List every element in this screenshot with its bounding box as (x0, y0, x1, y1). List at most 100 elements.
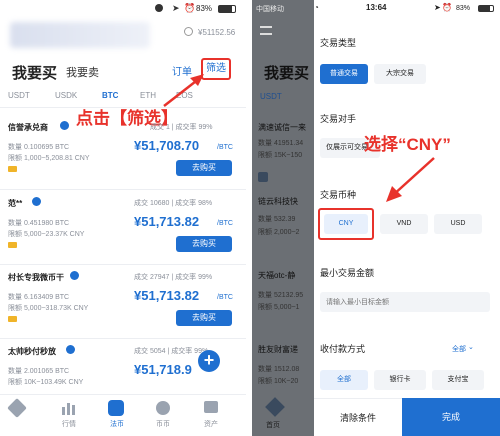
tab-sell[interactable]: 我要卖 (66, 64, 99, 80)
offer-price: ¥51,713.82 (134, 288, 200, 303)
currency-label: 交易币种 (320, 190, 357, 200)
nav-label-fiat[interactable]: 法币 (110, 419, 124, 429)
merchant-name[interactable]: 村长专我微币干 (8, 272, 64, 283)
arrow-to-cny-icon (386, 157, 435, 202)
add-fab-icon[interactable]: + (198, 350, 220, 372)
payment-alipay[interactable]: 支付宝 (432, 370, 484, 390)
trade-type-label: 交易类型 (320, 38, 357, 48)
bg-row-name: 胜友财富递 (258, 345, 298, 354)
offer-unit: /BTC (217, 144, 233, 151)
currency-cny[interactable]: CNY (324, 214, 368, 234)
merchant-name[interactable]: 信誉承兑商 (8, 122, 48, 133)
alarm-icon: ⏰ (184, 3, 196, 13)
divider (0, 189, 246, 190)
offer-limit: 限额 5,000~318.73K CNY (8, 305, 89, 312)
wifi-icon: ◔ (314, 3, 319, 12)
merchant-stats: 成交 1 | 成交率 99% (150, 124, 213, 131)
bg-row-qty: 数量 41951.34 (258, 140, 304, 147)
payment-all[interactable]: 全部 (320, 370, 368, 390)
divider (0, 338, 246, 339)
merchant-name[interactable]: 范** (8, 198, 22, 209)
coin-icon[interactable] (156, 401, 170, 415)
bg-logo-icon (258, 172, 268, 182)
header-price: ¥51152.56 (198, 28, 236, 37)
payment-icon (8, 316, 17, 322)
bottom-nav: 行情 法币 币币 资产 (0, 394, 246, 436)
merchant-stats: 成交 5054 | 成交率 99% (134, 348, 209, 355)
bg-nav-label: 首页 (266, 422, 280, 429)
merchant-stats: 成交 27947 | 成交率 99% (134, 274, 213, 281)
offer-price: ¥51,708.70 (134, 138, 200, 153)
bg-coin-tab: USDT (260, 92, 282, 101)
alarm-icon: ⏰ (442, 3, 452, 12)
coin-tab-btc[interactable]: BTC (102, 91, 118, 100)
payment-icon (8, 242, 17, 248)
verified-icon (66, 345, 75, 354)
status-time: 13:64 (366, 3, 387, 12)
merchant-name[interactable]: 太帅秒付秒放 (8, 346, 56, 357)
offer-unit: /BTC (217, 220, 233, 227)
buy-button[interactable]: 去购买 (176, 236, 232, 252)
offer-card: 村长专我微币干 成交 27947 | 成交率 99% 数量 6.163409 B… (0, 268, 246, 340)
status-dot-icon (155, 4, 163, 12)
offer-card: 信誉承兑商 成交 1 | 成交率 99% 数量 0.100695 BTC 限额 … (0, 118, 246, 190)
divider (0, 264, 246, 265)
bg-row-name: 天福otc-静 (258, 271, 296, 280)
nav-label-market[interactable]: 行情 (62, 419, 76, 429)
tab-buy[interactable]: 我要买 (12, 62, 57, 83)
offer-price: ¥51,713.82 (134, 214, 200, 229)
payment-bank-card[interactable]: 银行卡 (374, 370, 426, 390)
clear-conditions-button[interactable]: 清除条件 (314, 398, 402, 436)
carrier: 中国移动 (256, 6, 284, 13)
right-phone-screen: 中国移动 我要买 USDT 满速诚信一来 数量 41951.34 限额 15K~… (252, 0, 500, 436)
bg-row-limit: 限额 5,000~1 (258, 304, 300, 311)
bg-row-qty: 数量 532.39 (258, 216, 296, 223)
wallet-icon[interactable] (204, 401, 218, 413)
composite-screenshot: ➤ ⏰ 83% ¥51152.56 我要买 我要卖 订单 筛选 USDT USD… (0, 0, 500, 436)
blurred-header (10, 22, 150, 48)
battery-percent: 83% (196, 4, 213, 13)
buy-button[interactable]: 去购买 (176, 310, 232, 326)
currency-vnd[interactable]: VND (380, 214, 428, 234)
offer-quantity: 数量 0.100695 BTC (8, 144, 70, 151)
payment-method-label: 收付款方式 (320, 344, 366, 354)
merchant-stats: 成交 10680 | 成交率 98% (134, 200, 213, 207)
currency-usd[interactable]: USD (434, 214, 482, 234)
offer-limit: 限额 10K~103.49K CNY (8, 379, 84, 386)
nav-label-assets[interactable]: 资产 (204, 419, 218, 429)
counterparty-label: 交易对手 (320, 114, 357, 124)
offer-price: ¥51,718.9 (134, 362, 192, 377)
verified-icon (32, 197, 41, 206)
filter-panel: 13:64 ◔ ➤ ⏰ 83% 交易类型 普通交易 大宗交易 交易对手 仅展示可… (314, 0, 500, 436)
verified-icon (70, 271, 79, 280)
clock-icon (184, 27, 193, 36)
trade-type-bulk[interactable]: 大宗交易 (374, 64, 426, 84)
bg-row-qty: 数量 1512.08 (258, 366, 300, 373)
dimmed-background: 中国移动 我要买 USDT 满速诚信一来 数量 41951.34 限额 15K~… (252, 0, 314, 436)
home-icon[interactable] (7, 398, 27, 418)
coin-tab-usdk[interactable]: USDK (55, 91, 77, 100)
chevron-down-icon[interactable]: ⌄ (468, 343, 474, 351)
nav-label-coin[interactable]: 币币 (156, 419, 170, 429)
menu-icon (260, 26, 272, 35)
status-bar: ➤ ⏰ 83% (0, 0, 246, 18)
offer-quantity: 数量 6.163409 BTC (8, 294, 70, 301)
coin-tab-usdt[interactable]: USDT (8, 91, 30, 100)
trade-type-normal[interactable]: 普通交易 (320, 64, 368, 84)
payment-all-link[interactable]: 全部 (452, 344, 466, 354)
done-button[interactable]: 完成 (402, 398, 500, 436)
offer-limit: 限额 5,000~23.37K CNY (8, 231, 85, 238)
left-phone-screen: ➤ ⏰ 83% ¥51152.56 我要买 我要卖 订单 筛选 USDT USD… (0, 0, 246, 436)
min-amount-input[interactable] (320, 292, 490, 312)
buy-button[interactable]: 去购买 (176, 160, 232, 176)
offer-card: 范** 成交 10680 | 成交率 98% 数量 0.451980 BTC 限… (0, 194, 246, 266)
coin-tab-eth[interactable]: ETH (140, 91, 156, 100)
annotation-select-cny: 选择“CNY” (364, 135, 451, 154)
offer-limit: 限额 1,000~5,208.81 CNY (8, 155, 90, 162)
fiat-icon[interactable] (108, 400, 124, 416)
verified-icon (60, 121, 69, 130)
location-icon: ➤ (172, 3, 180, 13)
market-icon[interactable] (62, 401, 76, 415)
location-icon: ➤ (434, 3, 441, 12)
bg-row-name: 链云科技快 (258, 197, 298, 206)
